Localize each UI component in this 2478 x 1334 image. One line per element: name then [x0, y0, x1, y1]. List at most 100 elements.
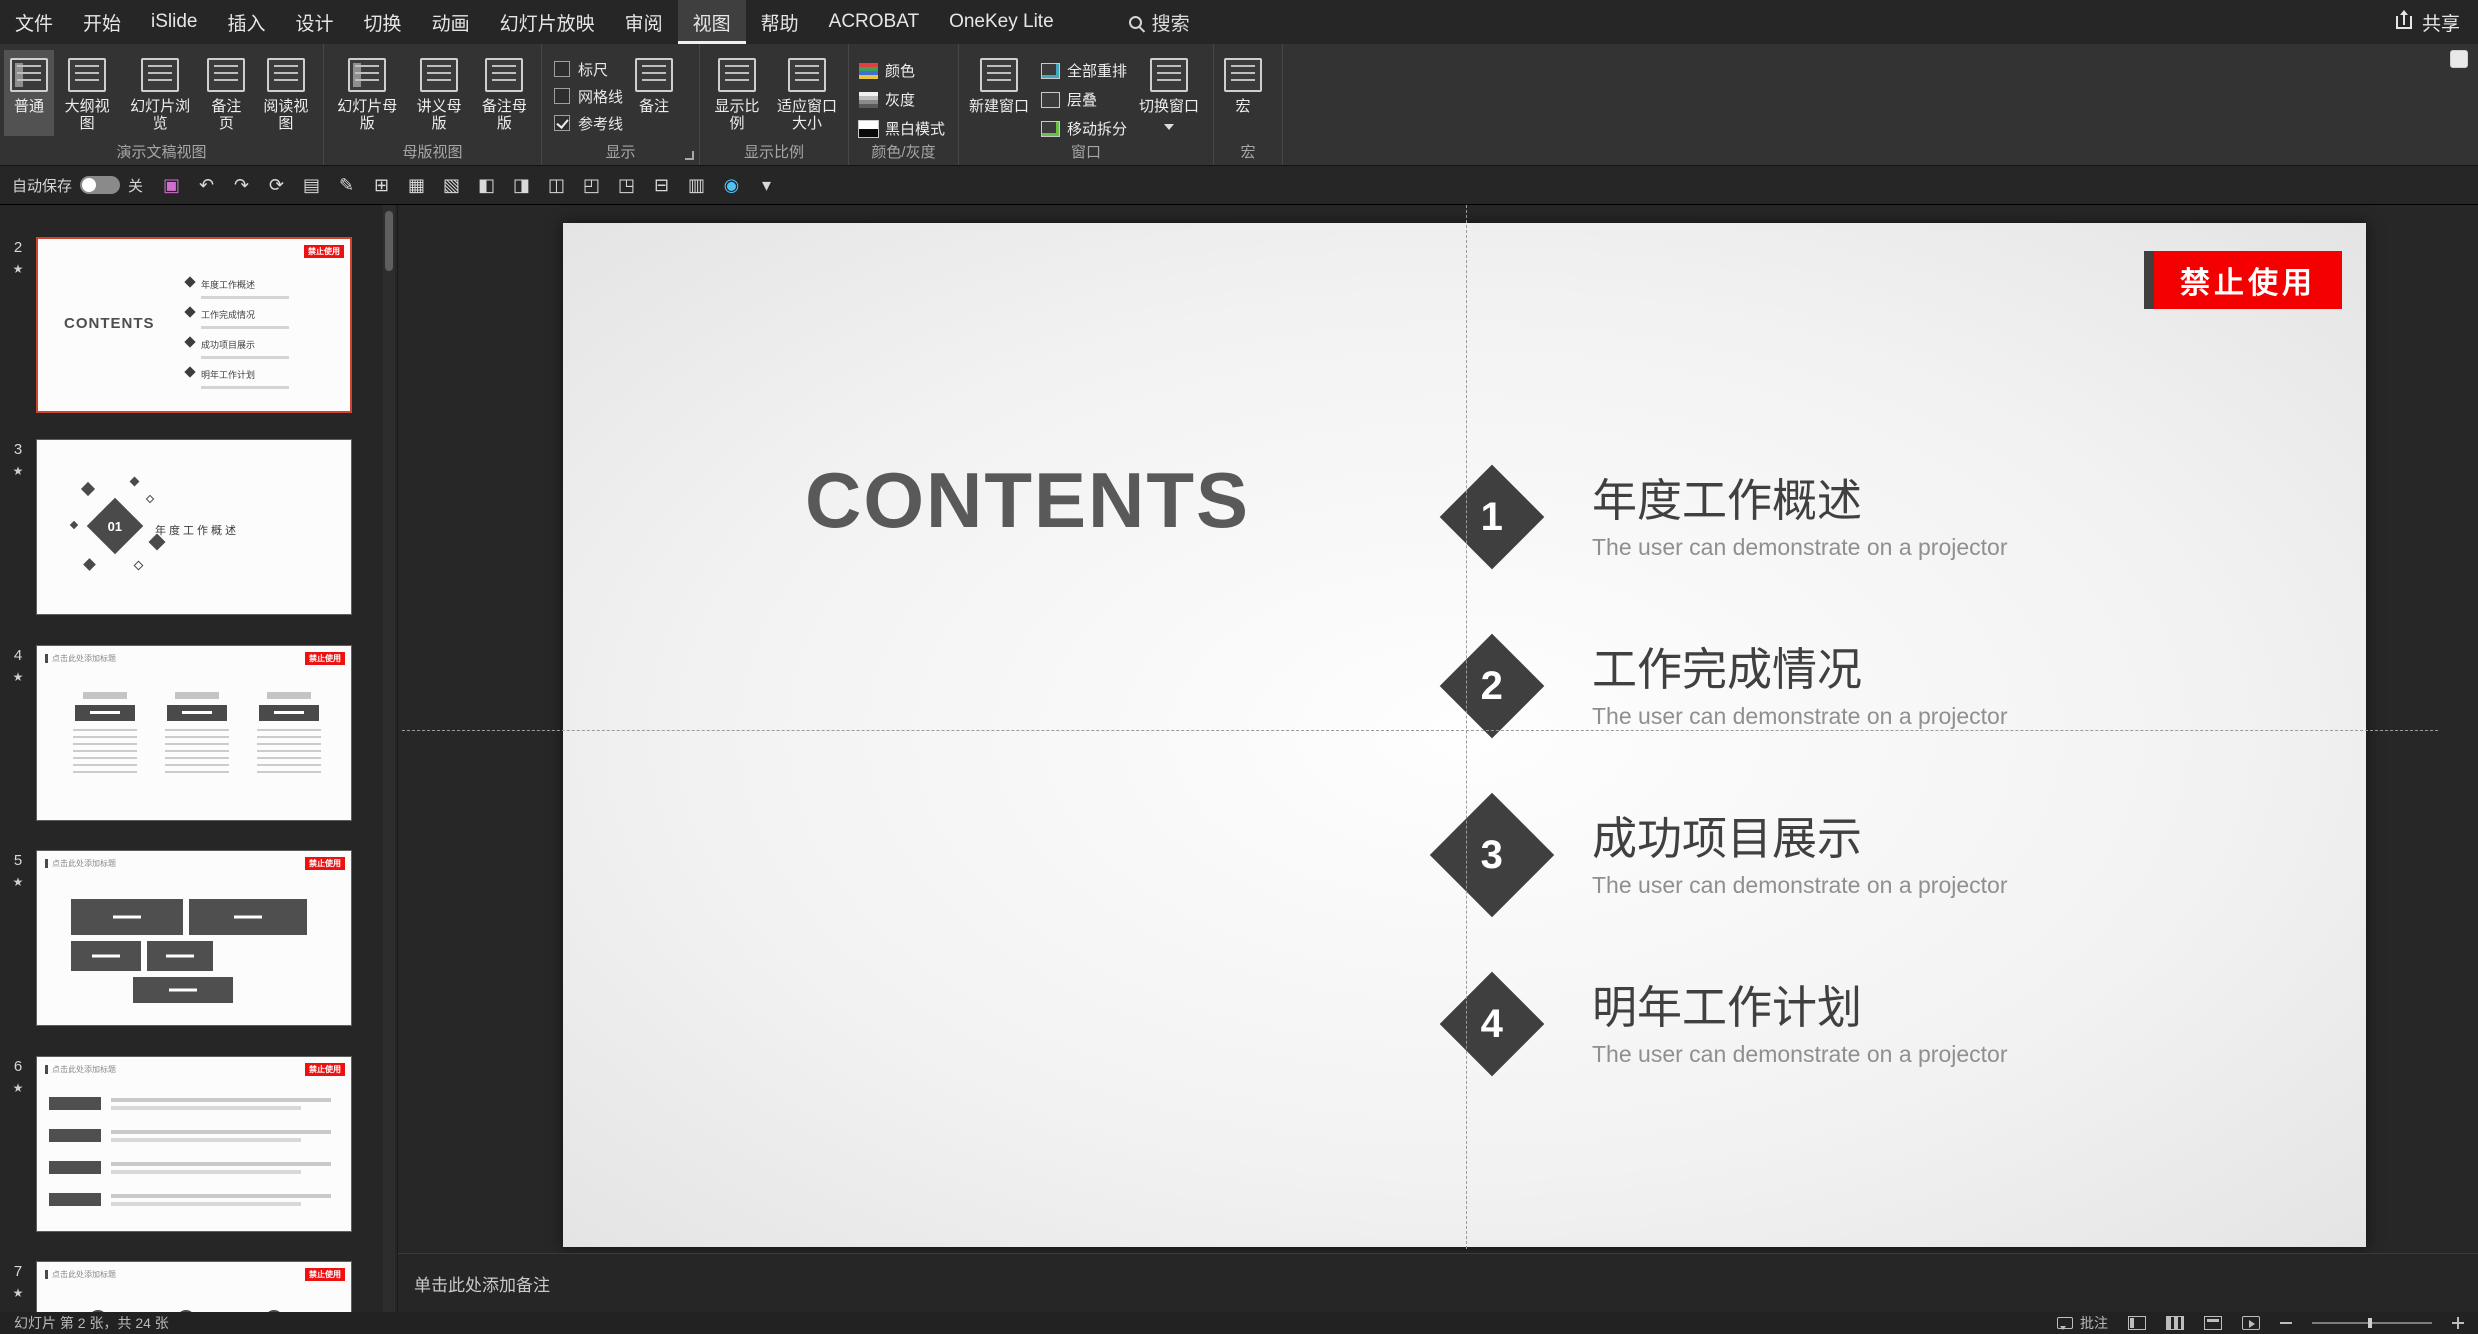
more-commands-icon[interactable]: ▾: [750, 170, 783, 200]
new-window-button[interactable]: 新建窗口: [963, 50, 1035, 141]
text-line: [201, 386, 289, 389]
chart-icon[interactable]: ▧: [435, 170, 468, 200]
checkbox-label: 参考线: [578, 113, 623, 134]
agenda-item-4[interactable]: 4 明年工作计划 The user can demonstrate on a p…: [1423, 949, 2243, 1099]
menu-tab-insert[interactable]: 插入: [213, 0, 281, 44]
menu-tab-acrobat[interactable]: ACROBAT: [814, 0, 934, 44]
autosave-toggle[interactable]: 自动保存 关: [12, 175, 143, 196]
menu-tab-onekey[interactable]: OneKey Lite: [934, 0, 1069, 44]
menu-tab-animations[interactable]: 动画: [417, 0, 485, 44]
move-split-button[interactable]: 移动拆分: [1035, 116, 1133, 141]
notes-master-button[interactable]: 备注母版: [472, 50, 537, 136]
slideshow-icon[interactable]: [2242, 1316, 2260, 1330]
switch-windows-button[interactable]: 切换窗口: [1133, 50, 1205, 141]
table-icon[interactable]: ▦: [400, 170, 433, 200]
menu-tab-view[interactable]: 视图: [678, 0, 746, 44]
diamond-bullet-icon: [184, 306, 195, 317]
outline-color-icon[interactable]: ⊟: [645, 170, 678, 200]
mini-list-item: 成功项目展示: [186, 335, 289, 359]
notes-button[interactable]: 备注: [629, 50, 679, 120]
mini-header-text: 点击此处添加标题: [52, 858, 116, 869]
slide-title[interactable]: CONTENTS: [805, 455, 1250, 546]
grayscale-button[interactable]: 灰度: [853, 87, 951, 112]
notes-pane[interactable]: 单击此处添加备注: [398, 1253, 2478, 1312]
slide-sorter-button[interactable]: 幻灯片浏览: [120, 50, 200, 136]
print-icon[interactable]: ▤: [295, 170, 328, 200]
button-label: 阅读视图: [259, 99, 313, 132]
redo-icon[interactable]: ↷: [225, 170, 258, 200]
menu-tab-review[interactable]: 审阅: [610, 0, 678, 44]
handout-master-button[interactable]: 讲义母版: [407, 50, 472, 136]
button-label: 显示比例: [710, 99, 764, 132]
ribbon-display-options-icon[interactable]: [2450, 50, 2468, 68]
new-slide-icon[interactable]: ⊞: [365, 170, 398, 200]
menu-tab-home[interactable]: 开始: [68, 0, 136, 44]
save-icon[interactable]: ▣: [155, 170, 188, 200]
search-box[interactable]: 搜索: [1129, 9, 1190, 36]
zoom-slider-knob[interactable]: [2368, 1318, 2372, 1328]
reading-view-icon[interactable]: [2204, 1316, 2222, 1330]
notes-page-button[interactable]: 备注页: [200, 50, 253, 136]
repeat-icon[interactable]: ⟳: [260, 170, 293, 200]
slide-5-thumbnail[interactable]: 点击此处添加标题 禁止使用: [36, 850, 352, 1026]
cascade-icon: [1041, 92, 1060, 108]
outline-view-button[interactable]: 大纲视图: [54, 50, 120, 136]
agenda-item-1[interactable]: 1 年度工作概述 The user can demonstrate on a p…: [1423, 442, 2243, 592]
slide-3-thumbnail[interactable]: 01 年度工作概述: [36, 439, 352, 615]
menu-tab-islide[interactable]: iSlide: [136, 0, 212, 44]
diamond-decor-icon: [81, 482, 95, 496]
zoom-slider[interactable]: [2312, 1322, 2432, 1324]
normal-view-icon[interactable]: [2128, 1316, 2146, 1330]
item-title: 明年工作计划: [1592, 983, 2008, 1033]
slide-4-thumbnail[interactable]: 点击此处添加标题 禁止使用: [36, 645, 352, 821]
cascade-button[interactable]: 层叠: [1035, 87, 1133, 112]
select-icon[interactable]: ◉: [715, 170, 748, 200]
slide-2-thumbnail[interactable]: 禁止使用 CONTENTS 年度工作概述 工作完成情况 成功项目展示 明年工作计…: [36, 237, 352, 413]
slide-6-thumbnail[interactable]: 点击此处添加标题 禁止使用: [36, 1056, 352, 1232]
menu-tab-transitions[interactable]: 切换: [349, 0, 417, 44]
menu-tab-slideshow[interactable]: 幻灯片放映: [485, 0, 610, 44]
horizontal-guide[interactable]: [402, 730, 2438, 731]
align-icon[interactable]: ◨: [505, 170, 538, 200]
scrollbar-thumb[interactable]: [385, 211, 393, 271]
slide-canvas[interactable]: 禁止使用 CONTENTS 1 年度工作概述 The user can demo…: [398, 205, 2478, 1253]
share-button[interactable]: 共享: [2396, 9, 2460, 36]
shapes-icon[interactable]: ◧: [470, 170, 503, 200]
rotate-icon[interactable]: ◰: [575, 170, 608, 200]
button-label: 备注母版: [478, 99, 531, 132]
slide-number-label: 3: [14, 441, 22, 458]
zoom-button[interactable]: 显示比例: [704, 50, 770, 136]
menu-tab-help[interactable]: 帮助: [746, 0, 814, 44]
slide-sorter-icon[interactable]: [2166, 1316, 2184, 1330]
gridlines-checkbox[interactable]: 网格线: [554, 85, 623, 107]
group-objects-icon[interactable]: ◫: [540, 170, 573, 200]
macros-button[interactable]: 宏: [1218, 50, 1268, 120]
format-painter-icon[interactable]: ✎: [330, 170, 363, 200]
slide-7-thumbnail[interactable]: 点击此处添加标题 禁止使用: [36, 1261, 352, 1312]
normal-view-button[interactable]: 普通: [4, 50, 54, 136]
ruler-checkbox[interactable]: 标尺: [554, 58, 623, 80]
comments-button[interactable]: 批注: [2057, 1313, 2108, 1333]
agenda-item-3[interactable]: 3 成功项目展示 The user can demonstrate on a p…: [1423, 780, 2243, 930]
zoom-in-icon[interactable]: [2452, 1317, 2464, 1329]
slide-master-button[interactable]: 幻灯片母版: [328, 50, 407, 136]
color-button[interactable]: 颜色: [853, 58, 951, 83]
arrange-all-button[interactable]: 全部重排: [1035, 58, 1133, 83]
checkbox-label: 网格线: [578, 86, 623, 107]
fit-to-window-button[interactable]: 适应窗口大小: [770, 50, 844, 136]
vertical-guide[interactable]: [1466, 205, 1467, 1249]
black-white-button[interactable]: 黑白模式: [853, 116, 951, 141]
text-line: [201, 356, 289, 359]
zoom-out-icon[interactable]: [2280, 1322, 2292, 1324]
panel-scrollbar[interactable]: [383, 205, 395, 1312]
text-box-icon[interactable]: ▥: [680, 170, 713, 200]
agenda-item-2[interactable]: 2 工作完成情况 The user can demonstrate on a p…: [1423, 611, 2243, 761]
guides-checkbox[interactable]: 参考线: [554, 112, 623, 134]
fill-color-icon[interactable]: ◳: [610, 170, 643, 200]
reading-view-button[interactable]: 阅读视图: [253, 50, 319, 136]
menu-tab-file[interactable]: 文件: [0, 0, 68, 44]
undo-icon[interactable]: ↶: [190, 170, 223, 200]
menu-tab-design[interactable]: 设计: [281, 0, 349, 44]
current-slide[interactable]: 禁止使用 CONTENTS 1 年度工作概述 The user can demo…: [563, 223, 2366, 1247]
share-label: 共享: [2422, 9, 2460, 36]
